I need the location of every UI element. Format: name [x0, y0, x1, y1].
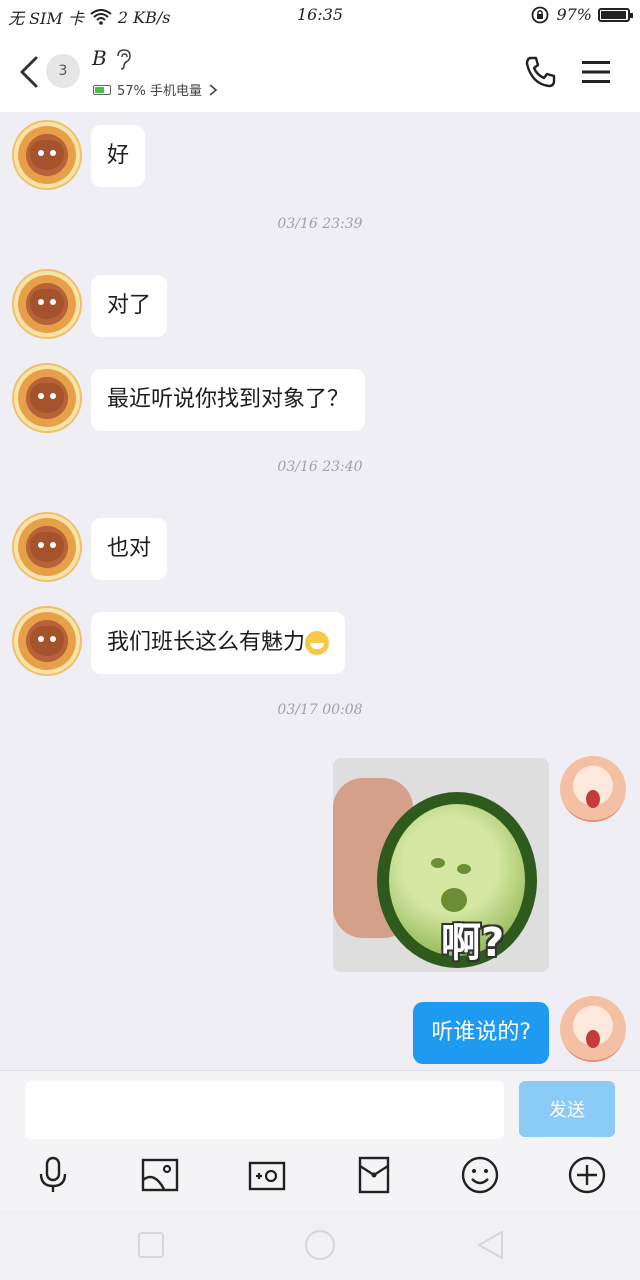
back-nav-icon[interactable] — [474, 1228, 508, 1262]
message-bubble[interactable]: 好 — [91, 125, 146, 187]
contact-avatar[interactable] — [12, 606, 82, 676]
sticker-image[interactable]: 啊? — [333, 758, 549, 972]
battery-percent: 97% — [556, 5, 592, 24]
status-bar: 无 SIM 卡 2 KB/s 16:35 97% — [0, 0, 640, 30]
grinning-emoji-icon — [305, 631, 330, 655]
message-bubble[interactable]: 对了 — [91, 275, 168, 337]
my-avatar[interactable] — [560, 996, 626, 1062]
plus-icon[interactable] — [567, 1155, 607, 1195]
timestamp: 03/17 00:08 — [277, 702, 363, 718]
chat-message-list[interactable]: 好 03/16 23:39 对了 最近听说你找到对象了？ 03/16 23:40… — [0, 112, 640, 1070]
emoji-icon[interactable] — [460, 1155, 500, 1195]
sticker-caption: 啊? — [441, 920, 505, 966]
peer-battery-icon — [93, 84, 111, 95]
home-icon[interactable] — [303, 1228, 337, 1262]
menu-button[interactable] — [580, 58, 612, 86]
recent-apps-icon[interactable] — [134, 1228, 168, 1262]
contact-name[interactable]: B — [92, 46, 107, 70]
contact-avatar[interactable] — [12, 512, 82, 582]
rotation-lock-icon — [532, 6, 549, 23]
timestamp: 03/16 23:39 — [277, 216, 363, 232]
message-bubble[interactable]: 也对 — [91, 518, 168, 580]
image-icon[interactable] — [140, 1155, 180, 1195]
ear-icon — [117, 49, 131, 70]
my-avatar[interactable] — [560, 756, 626, 822]
camera-icon[interactable] — [247, 1155, 287, 1195]
red-packet-icon[interactable] — [354, 1155, 394, 1195]
contact-avatar[interactable] — [12, 120, 82, 190]
unread-count-badge[interactable]: 3 — [46, 54, 80, 88]
phone-call-button[interactable] — [522, 54, 558, 90]
peer-status[interactable]: 57% 手机电量 — [93, 80, 218, 99]
chevron-right-icon — [209, 83, 218, 96]
microphone-icon[interactable] — [33, 1155, 73, 1195]
message-bubble[interactable]: 最近听说你找到对象了？ — [91, 369, 366, 431]
contact-avatar[interactable] — [12, 269, 82, 339]
timestamp: 03/16 23:40 — [277, 459, 363, 475]
peer-status-text: 57% 手机电量 — [117, 84, 203, 99]
message-text: 我们班长这么有魅力 — [107, 630, 306, 655]
send-button[interactable]: 发送 — [519, 1081, 615, 1137]
message-input[interactable] — [25, 1081, 504, 1139]
contact-avatar[interactable] — [12, 363, 82, 433]
message-bubble-sent[interactable]: 听谁说的? — [413, 1002, 549, 1064]
chat-header: 3 B 57% 手机电量 — [0, 30, 640, 112]
input-area: 发送 — [0, 1070, 640, 1211]
back-button[interactable] — [16, 54, 42, 90]
system-nav-bar — [0, 1210, 640, 1280]
message-bubble[interactable]: 我们班长这么有魅力 — [91, 612, 346, 674]
battery-icon — [598, 7, 633, 22]
